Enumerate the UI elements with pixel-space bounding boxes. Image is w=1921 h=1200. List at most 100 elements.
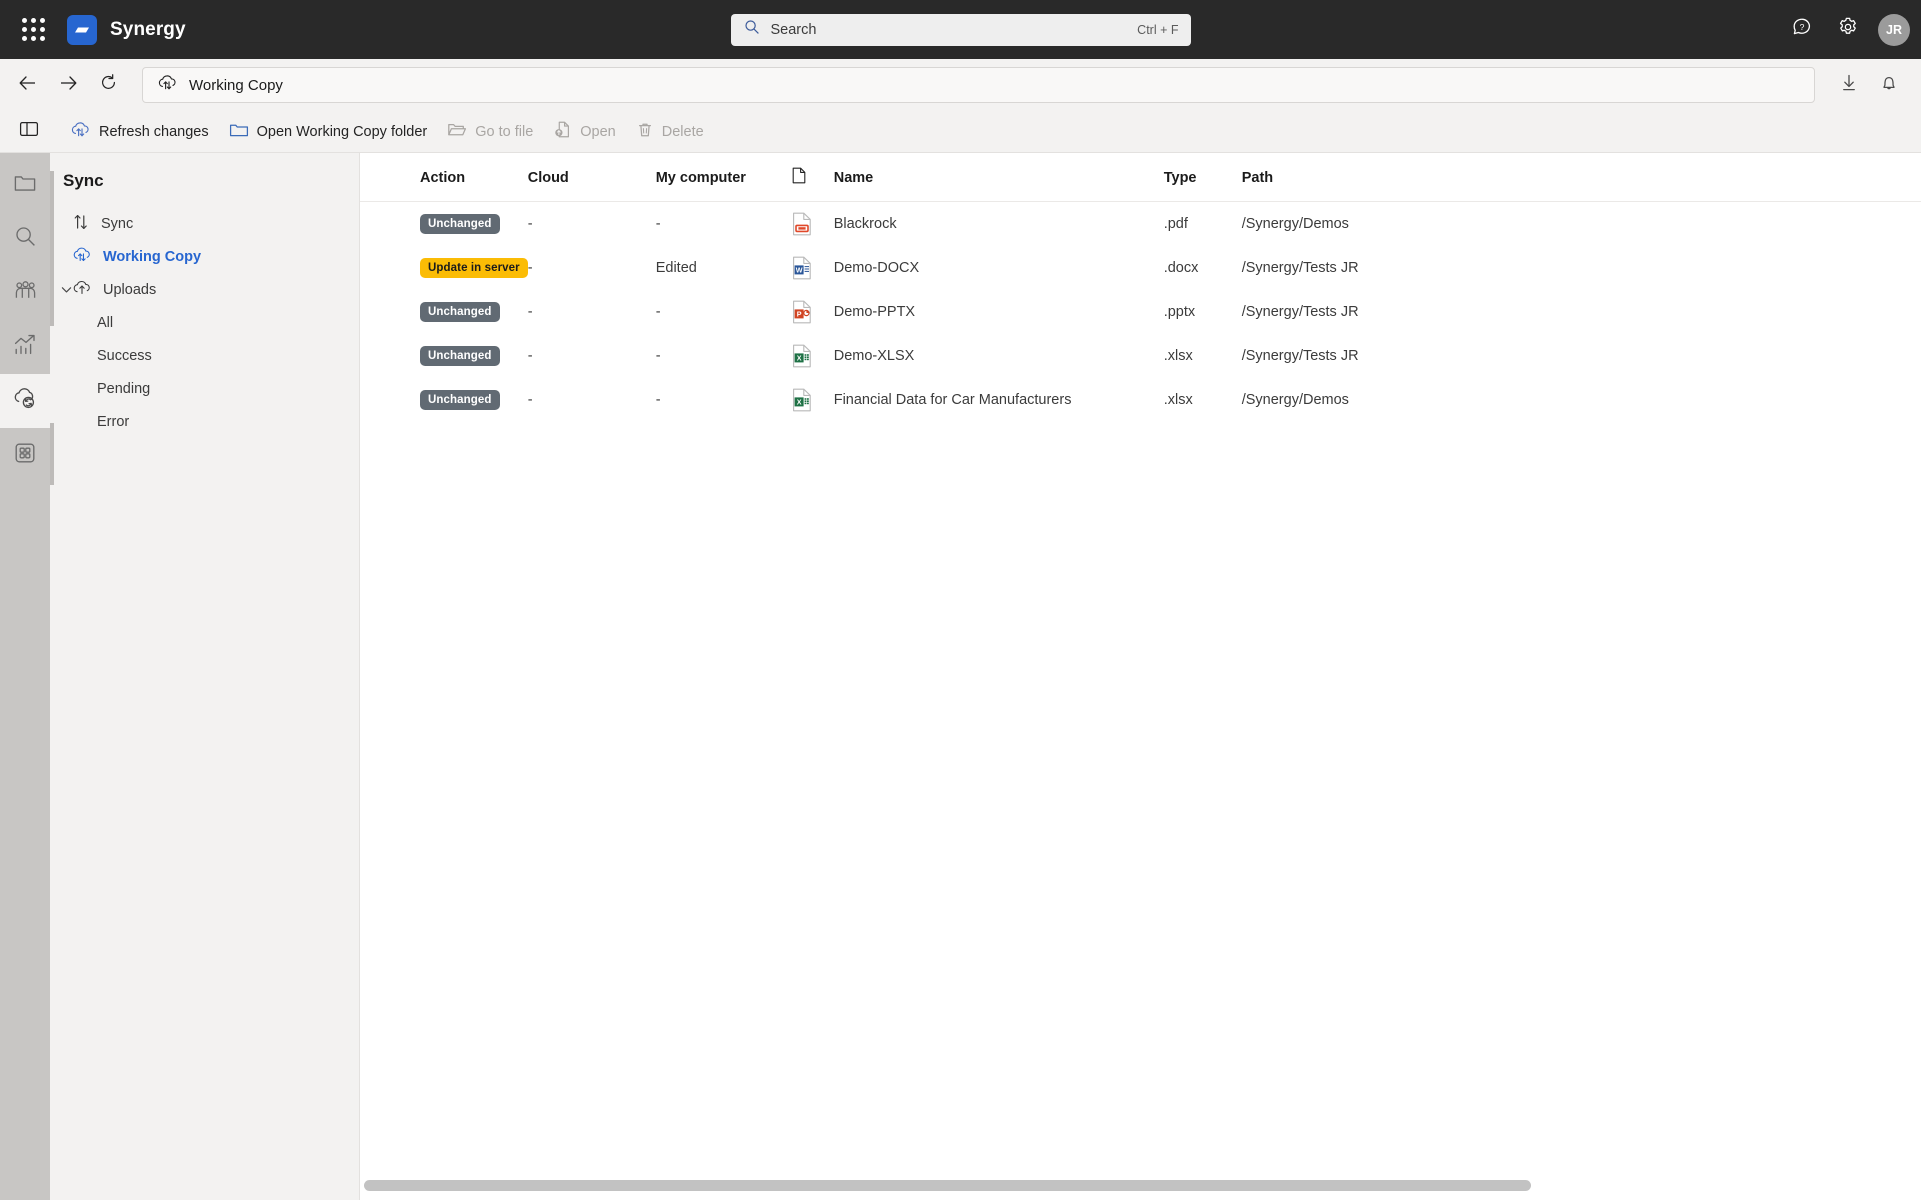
cell-type: .xlsx xyxy=(1163,392,1193,408)
app-title: Synergy xyxy=(110,18,186,40)
refresh-changes-button[interactable]: Refresh changes xyxy=(60,115,219,148)
sidebar-item-success[interactable]: Success xyxy=(50,339,359,372)
file-icon xyxy=(792,167,806,188)
table-row[interactable]: Unchanged - - X xyxy=(360,334,1921,378)
open-working-copy-folder-button[interactable]: Open Working Copy folder xyxy=(219,115,438,148)
command-bar: Refresh changes Open Working Copy folder… xyxy=(0,111,1921,153)
command-label: Delete xyxy=(661,123,704,140)
cell-name: Demo-DOCX xyxy=(833,260,920,276)
arrows-up-down-icon xyxy=(72,213,90,235)
cloud-upload-icon xyxy=(72,279,92,300)
open-button[interactable]: Open xyxy=(543,114,625,149)
status-badge: Unchanged xyxy=(420,302,500,322)
bell-icon xyxy=(1879,73,1899,98)
cloud-sync-icon xyxy=(12,387,38,415)
sidebar-item-pending[interactable]: Pending xyxy=(50,372,359,405)
column-header-path[interactable]: Path xyxy=(1241,153,1921,202)
column-header-name[interactable]: Name xyxy=(833,153,1164,202)
cell-file-icon: P xyxy=(792,290,834,334)
search-icon xyxy=(14,225,37,253)
cell-path: /Synergy/Demos xyxy=(1241,392,1349,408)
app-launcher-button[interactable] xyxy=(9,6,57,54)
app-body: Sync Sync Working Copy Uploads All Succe… xyxy=(0,153,1921,1200)
status-badge: Unchanged xyxy=(420,390,500,410)
chevron-down-icon[interactable] xyxy=(59,282,74,297)
cell-name: Blackrock xyxy=(833,216,897,232)
search-input[interactable]: Search Ctrl + F xyxy=(730,13,1191,46)
table-row[interactable]: Unchanged - - P Demo-PPTX .pptx /Synergy… xyxy=(360,290,1921,334)
command-label: Open xyxy=(580,123,616,140)
sidebar-scroll-indicator-bottom[interactable] xyxy=(50,423,54,485)
delete-button[interactable]: Delete xyxy=(626,115,714,149)
table-header-row: Action Cloud My computer Name Type Path xyxy=(360,153,1921,202)
rail-item-files[interactable] xyxy=(0,158,50,212)
search-container: Search Ctrl + F xyxy=(730,13,1191,46)
column-header-action[interactable]: Action xyxy=(360,153,528,202)
powerpoint-file-icon: P xyxy=(792,300,834,324)
forward-button[interactable] xyxy=(48,66,88,104)
rail-item-sync[interactable] xyxy=(0,374,50,428)
cell-type: .xlsx xyxy=(1163,348,1193,364)
help-button[interactable]: ? xyxy=(1782,10,1822,50)
search-icon xyxy=(744,19,760,40)
rail-item-teams[interactable] xyxy=(0,266,50,320)
back-button[interactable] xyxy=(8,66,48,104)
svg-text:P: P xyxy=(796,310,801,319)
horizontal-scrollbar[interactable] xyxy=(360,1180,1921,1192)
sidebar-item-label: All xyxy=(97,314,114,331)
cell-cloud: - xyxy=(527,216,533,232)
cell-file-icon xyxy=(792,202,834,247)
refresh-button[interactable] xyxy=(88,66,128,104)
column-header-my-computer[interactable]: My computer xyxy=(655,153,792,202)
brand-home-button[interactable]: Synergy xyxy=(67,14,186,45)
command-label: Refresh changes xyxy=(99,123,209,140)
sidebar-item-label: Success xyxy=(97,347,152,364)
sidebar-item-label: Uploads xyxy=(103,281,157,298)
command-label: Go to file xyxy=(475,123,534,140)
cell-action: Unchanged xyxy=(360,290,528,334)
table-row[interactable]: Unchanged - - Blackrock .pdf /Synergy/De… xyxy=(360,202,1921,247)
cell-type: .pdf xyxy=(1163,216,1188,232)
app-launcher-icon xyxy=(21,18,45,41)
rail-item-apps[interactable] xyxy=(0,428,50,482)
column-header-file-type-icon[interactable] xyxy=(791,153,834,202)
notifications-button[interactable] xyxy=(1869,66,1909,104)
cell-my-computer: - xyxy=(655,348,661,364)
excel-file-icon: X xyxy=(792,388,834,412)
go-to-file-button[interactable]: Go to file xyxy=(437,115,543,148)
download-button[interactable] xyxy=(1829,66,1869,104)
settings-button[interactable] xyxy=(1828,10,1868,50)
cell-name: Demo-PPTX xyxy=(833,304,916,320)
path-label: Working Copy xyxy=(189,76,283,94)
horizontal-scrollbar-thumb[interactable] xyxy=(364,1180,1531,1191)
cell-my-computer: - xyxy=(655,304,661,320)
rail-item-search[interactable] xyxy=(0,212,50,266)
sidebar-item-error[interactable]: Error xyxy=(50,405,359,438)
sidebar-item-working-copy[interactable]: Working Copy xyxy=(50,240,359,273)
sidebar-item-label: Error xyxy=(97,413,130,430)
top-bar: Synergy Search Ctrl + F ? JR xyxy=(0,0,1921,59)
rail-item-analytics[interactable] xyxy=(0,320,50,374)
cell-action: Unchanged xyxy=(360,334,528,378)
word-file-icon: W xyxy=(792,256,834,280)
cell-path: /Synergy/Tests JR xyxy=(1241,304,1359,320)
file-open-icon xyxy=(553,120,572,143)
toggle-left-pane-button[interactable] xyxy=(12,116,46,148)
sidebar-row: Uploads xyxy=(50,273,359,306)
path-breadcrumb-field[interactable]: Working Copy xyxy=(142,67,1815,103)
sidebar-item-uploads[interactable]: Uploads xyxy=(50,273,359,306)
avatar[interactable]: JR xyxy=(1878,13,1910,46)
sidebar-item-sync[interactable]: Sync xyxy=(50,207,359,240)
table-row[interactable]: Unchanged - - X xyxy=(360,378,1921,422)
cell-path: /Synergy/Tests JR xyxy=(1241,348,1359,364)
column-header-type[interactable]: Type xyxy=(1163,153,1242,202)
column-header-cloud[interactable]: Cloud xyxy=(527,153,656,202)
folder-icon xyxy=(229,121,249,142)
cell-action: Unchanged xyxy=(360,202,528,247)
cell-path: /Synergy/Tests JR xyxy=(1241,260,1359,276)
cell-name: Demo-XLSX xyxy=(833,348,915,364)
table-row[interactable]: Update in server - Edited W Demo-DOCX .d… xyxy=(360,246,1921,290)
cell-cloud: - xyxy=(527,304,533,320)
cell-file-icon: X xyxy=(792,334,834,378)
sidebar-item-all[interactable]: All xyxy=(50,306,359,339)
